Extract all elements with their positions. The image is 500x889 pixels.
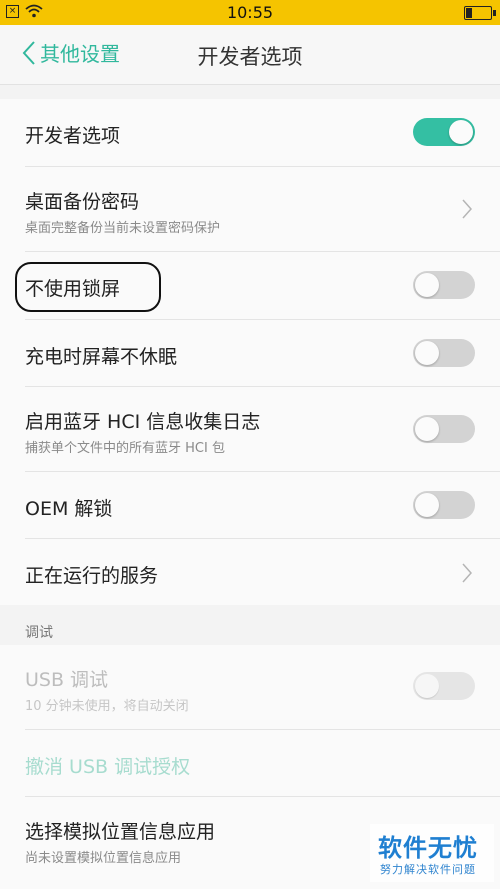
row-title: 选择模拟位置信息应用 xyxy=(25,821,216,843)
row-title: 撤消 USB 调试授权 xyxy=(25,756,191,778)
watermark-sub: 努力解决软件问题 xyxy=(380,863,476,876)
row-subtitle: 桌面完整备份当前未设置密码保护 xyxy=(25,221,221,236)
row-bt-hci-log[interactable]: 启用蓝牙 HCI 信息收集日志 捕获单个文件中的所有蓝牙 HCI 包 xyxy=(0,387,500,471)
status-bar: × 10:55 xyxy=(0,0,500,25)
row-title: 启用蓝牙 HCI 信息收集日志 xyxy=(25,411,261,433)
row-subtitle: 10 分钟未使用，将自动关闭 xyxy=(25,699,189,714)
section-label-debug: 调试 xyxy=(25,625,53,641)
watermark: 软件无忧 努力解决软件问题 xyxy=(370,824,494,882)
row-title: 开发者选项 xyxy=(25,125,121,147)
no-lock-screen-toggle[interactable] xyxy=(413,271,475,299)
row-title: USB 调试 xyxy=(25,669,109,691)
row-title: 不使用锁屏 xyxy=(25,278,121,300)
watermark-main: 软件无忧 xyxy=(378,834,478,862)
oem-unlock-toggle[interactable] xyxy=(413,491,475,519)
row-revoke-usb-auth[interactable]: 撤消 USB 调试授权 xyxy=(0,730,500,796)
stay-awake-toggle[interactable] xyxy=(413,339,475,367)
row-oem-unlock[interactable]: OEM 解锁 xyxy=(0,472,500,538)
row-stay-awake[interactable]: 充电时屏幕不休眠 xyxy=(0,320,500,386)
status-time: 10:55 xyxy=(226,3,274,22)
nav-bar: 其他设置 开发者选项 xyxy=(0,25,500,85)
back-button[interactable]: 其他设置 xyxy=(22,38,120,67)
row-subtitle: 捕获单个文件中的所有蓝牙 HCI 包 xyxy=(25,441,225,456)
row-title: 正在运行的服务 xyxy=(25,565,159,587)
chevron-right-icon xyxy=(462,563,472,583)
row-desktop-backup-password[interactable]: 桌面备份密码 桌面完整备份当前未设置密码保护 xyxy=(0,167,500,251)
back-label: 其他设置 xyxy=(40,42,120,66)
row-usb-debugging[interactable]: USB 调试 10 分钟未使用，将自动关闭 xyxy=(0,645,500,729)
bt-hci-log-toggle[interactable] xyxy=(413,415,475,443)
row-running-services[interactable]: 正在运行的服务 xyxy=(0,539,500,605)
row-no-lock-screen[interactable]: 不使用锁屏 xyxy=(0,252,500,319)
settings-group-main: 开发者选项 桌面备份密码 桌面完整备份当前未设置密码保护 不使用锁屏 充电时屏幕… xyxy=(0,99,500,605)
chevron-right-icon xyxy=(462,199,472,219)
developer-options-toggle[interactable] xyxy=(413,118,475,146)
row-title: 桌面备份密码 xyxy=(25,191,140,213)
row-title: 充电时屏幕不休眠 xyxy=(25,346,178,368)
battery-icon xyxy=(464,6,496,20)
row-title: OEM 解锁 xyxy=(25,498,113,520)
usb-debugging-toggle[interactable] xyxy=(413,672,475,700)
row-subtitle: 尚未设置模拟位置信息应用 xyxy=(25,851,182,866)
row-developer-options[interactable]: 开发者选项 xyxy=(0,99,500,166)
chevron-left-icon xyxy=(22,40,35,65)
